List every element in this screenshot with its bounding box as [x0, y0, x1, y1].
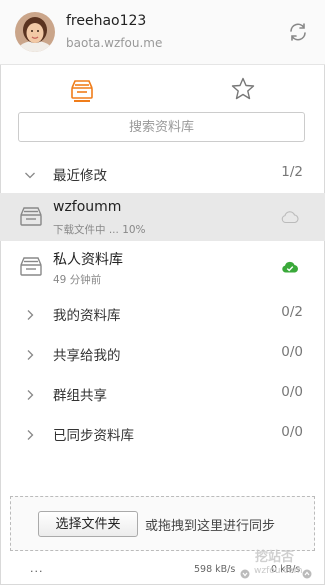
group-count: 0/2 — [281, 304, 303, 320]
watermark: 挖站否 — [255, 550, 295, 565]
chevron-down-icon — [24, 166, 36, 179]
cloud-outline-icon[interactable] — [281, 209, 299, 224]
group-count: 0/0 — [281, 384, 303, 400]
cloud-check-icon[interactable] — [281, 259, 299, 273]
group-shared-with-me[interactable]: 共享给我的 0/0 — [0, 338, 325, 368]
group-recent[interactable]: 最近修改 1/2 — [0, 158, 325, 188]
view-tabs — [0, 64, 325, 108]
library-name: 私人资料库 — [53, 252, 123, 268]
search-input[interactable]: 搜索资料库 — [18, 112, 305, 142]
group-my-libraries[interactable]: 我的资料库 0/2 — [0, 298, 325, 328]
choose-folder-button[interactable]: 选择文件夹 — [38, 511, 138, 537]
group-synced-libraries[interactable]: 已同步资料库 0/0 — [0, 418, 325, 448]
group-count: 1/2 — [281, 164, 303, 180]
watermark-url: wzfou.com — [254, 566, 303, 576]
star-icon[interactable] — [230, 76, 256, 102]
group-label: 最近修改 — [53, 168, 107, 184]
library-row[interactable]: 私人资料库 49 分钟前 — [0, 243, 325, 289]
library-name: wzfoumm — [53, 199, 122, 215]
group-label: 已同步资料库 — [53, 428, 134, 444]
libraries-icon[interactable] — [69, 76, 95, 102]
drop-zone[interactable]: 选择文件夹 或拖拽到这里进行同步 — [10, 496, 315, 551]
library-icon — [18, 254, 44, 278]
group-label: 我的资料库 — [53, 308, 121, 324]
group-count: 0/0 — [281, 424, 303, 440]
library-sync-status: 下载文件中 ... 10% — [53, 224, 146, 236]
group-label: 群组共享 — [53, 388, 107, 404]
avatar[interactable] — [15, 12, 55, 52]
user-name: freehao123 — [66, 13, 147, 29]
group-group-shares[interactable]: 群组共享 0/0 — [0, 378, 325, 408]
chevron-right-icon — [24, 426, 36, 440]
server-host: baota.wzfou.me — [66, 36, 163, 50]
library-row[interactable]: wzfoumm 下载文件中 ... 10% — [0, 193, 325, 241]
group-count: 0/0 — [281, 344, 303, 360]
library-updated-time: 49 分钟前 — [53, 274, 102, 286]
upload-icon — [302, 564, 312, 579]
drop-hint: 或拖拽到这里进行同步 — [145, 519, 276, 534]
chevron-right-icon — [24, 386, 36, 400]
chevron-right-icon — [24, 346, 36, 360]
chevron-right-icon — [24, 306, 36, 320]
group-label: 共享给我的 — [53, 348, 121, 364]
account-header[interactable]: freehao123 baota.wzfou.me — [0, 0, 325, 65]
status-dots: ... — [30, 562, 44, 575]
library-icon — [18, 204, 44, 228]
refresh-icon[interactable] — [287, 21, 309, 43]
download-speed: 598 kB/s — [194, 564, 236, 575]
download-icon — [240, 564, 250, 579]
